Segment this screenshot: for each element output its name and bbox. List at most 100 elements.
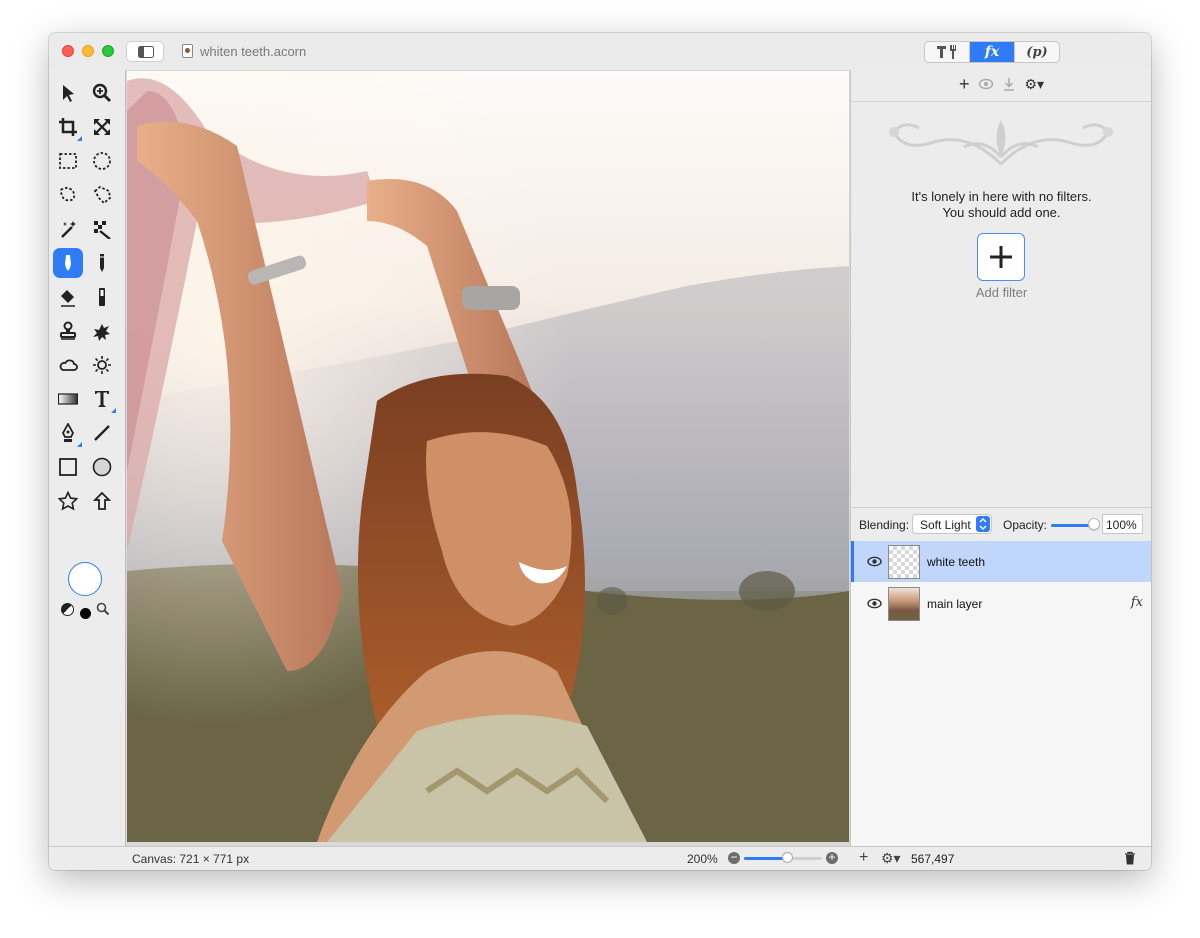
dodge-tool[interactable] xyxy=(87,350,117,380)
ellipse-tool[interactable] xyxy=(87,452,117,482)
pen-nib-icon xyxy=(61,423,75,442)
add-layer-icon[interactable]: + xyxy=(859,849,868,867)
tab-filters[interactable]: fx xyxy=(970,42,1015,62)
brush-tool[interactable] xyxy=(53,248,83,278)
blending-mode-value: Soft Light xyxy=(920,518,971,532)
inspector-tab-switcher: fx (p) xyxy=(924,41,1060,63)
download-icon[interactable] xyxy=(1003,77,1015,91)
zoom-out-icon[interactable]: − xyxy=(728,851,740,864)
photo-illustration xyxy=(127,71,849,842)
window-title: whiten teeth.acorn xyxy=(200,44,307,59)
star-icon xyxy=(58,491,78,511)
cloud-icon xyxy=(59,359,78,371)
splat-icon xyxy=(93,324,110,341)
polygon-lasso-icon xyxy=(93,185,111,205)
opacity-slider-knob[interactable] xyxy=(1088,518,1100,530)
layer-name: main layer xyxy=(927,597,983,611)
paint-bucket-tool[interactable] xyxy=(53,282,83,312)
clone-stamp-tool[interactable] xyxy=(53,316,83,346)
tab-properties[interactable]: (p) xyxy=(1015,42,1059,62)
canvas-size-label: Canvas: 721 × 771 px xyxy=(132,852,250,866)
arrow-tool[interactable] xyxy=(87,486,117,516)
paint-bucket-icon xyxy=(61,290,75,307)
status-bar: Canvas: 721 × 771 px 200% − + + ⚙▾ 567,4… xyxy=(49,846,1151,870)
star-tool[interactable] xyxy=(53,486,83,516)
gradient-icon xyxy=(58,393,78,405)
eye-icon[interactable] xyxy=(867,556,882,567)
sidebar-toggle-button[interactable] xyxy=(126,41,164,62)
lasso-tool[interactable] xyxy=(53,180,83,210)
color-wand-tool[interactable] xyxy=(87,214,117,244)
gradient-tool[interactable] xyxy=(53,384,83,414)
add-filter-icon[interactable]: + xyxy=(959,74,970,95)
pen-tool[interactable] xyxy=(53,418,83,448)
layer-thumbnail xyxy=(888,545,920,579)
arrow-pointer-icon xyxy=(63,85,74,102)
layer-fx-badge[interactable]: fx xyxy=(1131,595,1143,610)
ellipse-icon xyxy=(92,457,112,477)
fill-color-well[interactable] xyxy=(68,562,102,596)
eyedropper-icon[interactable] xyxy=(96,602,110,619)
tab-tools[interactable] xyxy=(925,42,970,62)
toolbox xyxy=(49,70,125,846)
pencil-tool[interactable] xyxy=(87,248,117,278)
blending-mode-select[interactable]: Soft Light xyxy=(912,514,992,534)
eraser-tool[interactable] xyxy=(87,282,117,312)
empty-message-line2: You should add one. xyxy=(942,205,1061,220)
zoom-slider-fill xyxy=(744,857,787,860)
expand-arrows-icon xyxy=(94,119,110,135)
blending-label: Blending: xyxy=(859,518,910,532)
layers-list: white teeth main layer fx xyxy=(851,541,1151,846)
app-window: whiten teeth.acorn fx (p) + ⚙▾ It's lone… xyxy=(49,33,1151,870)
sidebar-icon xyxy=(138,46,154,58)
layer-row[interactable]: white teeth xyxy=(851,541,1151,582)
filter-list: It's lonely in here with no filters. You… xyxy=(851,101,1151,507)
trash-icon[interactable] xyxy=(1124,851,1136,865)
eye-filter-icon[interactable] xyxy=(978,78,994,90)
pointer-tool[interactable] xyxy=(53,78,83,108)
up-arrow-icon xyxy=(92,491,112,510)
tools-icon xyxy=(937,45,956,59)
minimize-button[interactable] xyxy=(82,45,94,57)
lasso-icon xyxy=(60,187,76,202)
transform-tool[interactable] xyxy=(87,112,117,142)
layer-row[interactable]: main layer fx xyxy=(851,583,1151,624)
gear-menu-icon[interactable]: ⚙▾ xyxy=(1024,76,1044,93)
layer-gear-menu-icon[interactable]: ⚙▾ xyxy=(881,850,901,867)
rectangle-tool[interactable] xyxy=(53,452,83,482)
blending-bar: Blending: Soft Light Opacity: 100% xyxy=(851,507,1151,541)
magnifier-icon xyxy=(92,83,112,103)
stamp-icon xyxy=(60,321,76,340)
close-button[interactable] xyxy=(62,45,74,57)
layer-count-label: 567,497 xyxy=(911,852,955,866)
pencil-icon xyxy=(100,254,104,272)
zoom-in-icon[interactable]: + xyxy=(826,851,838,864)
smudge-tool[interactable] xyxy=(87,316,117,346)
eye-icon[interactable] xyxy=(867,598,882,609)
foreground-color-well[interactable] xyxy=(80,608,91,619)
text-tool[interactable] xyxy=(87,384,117,414)
canvas-image[interactable] xyxy=(127,71,849,842)
plus-icon xyxy=(990,246,1012,268)
magic-wand-tool[interactable] xyxy=(53,214,83,244)
burn-tool[interactable] xyxy=(53,350,83,380)
rect-marquee-icon xyxy=(59,153,77,169)
add-filter-button[interactable] xyxy=(977,233,1025,281)
line-tool[interactable] xyxy=(87,418,117,448)
polygon-lasso-tool[interactable] xyxy=(87,180,117,210)
swap-colors-icon[interactable] xyxy=(61,603,74,616)
ellipse-select-tool[interactable] xyxy=(87,146,117,176)
inspector-panel: + ⚙▾ It's lonely in here with no filters… xyxy=(850,70,1151,846)
zoom-tool[interactable] xyxy=(87,78,117,108)
add-filter-label: Add filter xyxy=(975,285,1028,300)
select-stepper-icon xyxy=(976,516,990,532)
zoom-button[interactable] xyxy=(102,45,114,57)
submenu-indicator xyxy=(111,408,116,413)
layer-name: white teeth xyxy=(927,555,986,569)
zoom-slider-knob[interactable] xyxy=(782,852,793,863)
rect-select-tool[interactable] xyxy=(53,146,83,176)
crop-tool[interactable] xyxy=(53,112,83,142)
opacity-input[interactable]: 100% xyxy=(1102,514,1143,534)
canvas-area[interactable] xyxy=(125,70,850,846)
magic-wand-icon xyxy=(61,221,76,238)
